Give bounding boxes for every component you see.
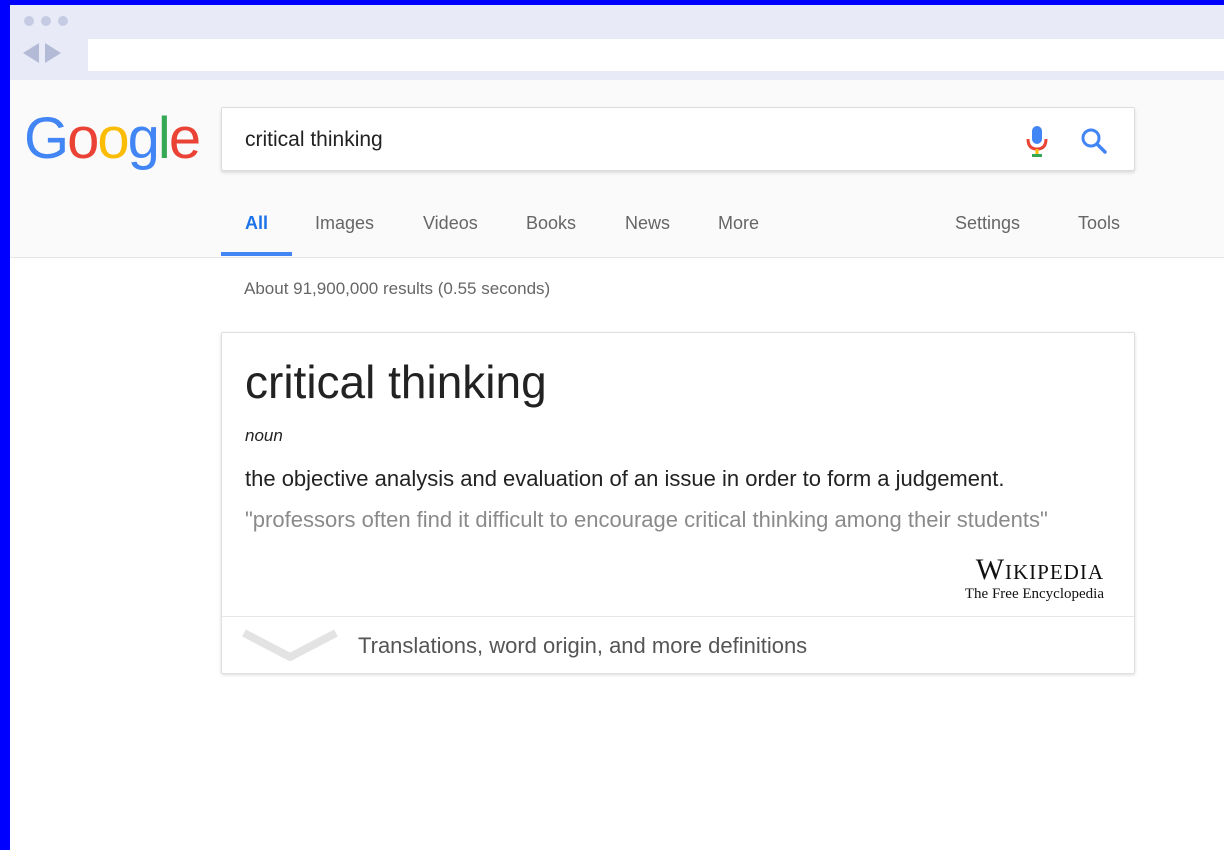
tab-tools[interactable]: Tools bbox=[1078, 213, 1120, 234]
tab-more[interactable]: More bbox=[718, 213, 759, 234]
definition-word: critical thinking bbox=[245, 356, 547, 408]
address-bar[interactable] bbox=[88, 39, 1224, 71]
definition-card: critical thinking noun the objective ana… bbox=[221, 332, 1135, 674]
logo-letter: e bbox=[168, 106, 201, 171]
window-maximize-dot[interactable] bbox=[58, 16, 68, 26]
forward-arrow-icon[interactable] bbox=[45, 43, 61, 63]
wikipedia-tagline: The Free Encyclopedia bbox=[964, 586, 1104, 602]
logo-letter: o bbox=[97, 106, 129, 171]
tab-settings[interactable]: Settings bbox=[955, 213, 1020, 234]
microphone-icon[interactable] bbox=[1023, 124, 1051, 158]
window-close-dot[interactable] bbox=[24, 16, 34, 26]
wikipedia-logo[interactable]: Wikipedia The Free Encyclopedia bbox=[965, 555, 1104, 603]
logo-letter: g bbox=[127, 106, 160, 171]
active-tab-indicator bbox=[221, 252, 292, 256]
definition-text: the objective analysis and evaluation of… bbox=[245, 466, 1005, 491]
more-definitions-row[interactable]: Translations, word origin, and more defi… bbox=[222, 616, 1134, 674]
logo-letter: o bbox=[67, 106, 99, 171]
browser-chrome bbox=[10, 5, 1224, 80]
search-icon[interactable] bbox=[1079, 126, 1109, 156]
google-logo[interactable]: Google bbox=[24, 105, 201, 172]
usage-example: "professors often find it difficult to e… bbox=[245, 507, 1048, 532]
more-definitions-link[interactable]: Translations, word origin, and more defi… bbox=[358, 633, 807, 659]
window-minimize-dot[interactable] bbox=[41, 16, 51, 26]
logo-letter: G bbox=[24, 106, 69, 171]
back-arrow-icon[interactable] bbox=[23, 43, 39, 63]
chevron-down-icon[interactable] bbox=[242, 629, 338, 663]
window-controls bbox=[24, 16, 68, 26]
navigation-arrows bbox=[23, 43, 61, 63]
tab-images[interactable]: Images bbox=[315, 213, 374, 234]
tab-news[interactable]: News bbox=[625, 213, 670, 234]
browser-window: Google All Images Videos Books News More… bbox=[10, 5, 1224, 850]
tab-all[interactable]: All bbox=[245, 213, 268, 234]
search-box bbox=[221, 107, 1135, 171]
wikipedia-wordmark: Wikipedia bbox=[975, 553, 1104, 586]
part-of-speech: noun bbox=[245, 426, 283, 445]
search-tabs: All Images Videos Books News More Settin… bbox=[221, 195, 1135, 257]
logo-letter: l bbox=[157, 106, 171, 171]
search-input[interactable] bbox=[245, 128, 945, 152]
tab-videos[interactable]: Videos bbox=[423, 213, 478, 234]
result-stats: About 91,900,000 results (0.55 seconds) bbox=[244, 279, 551, 298]
tab-books[interactable]: Books bbox=[526, 213, 576, 234]
